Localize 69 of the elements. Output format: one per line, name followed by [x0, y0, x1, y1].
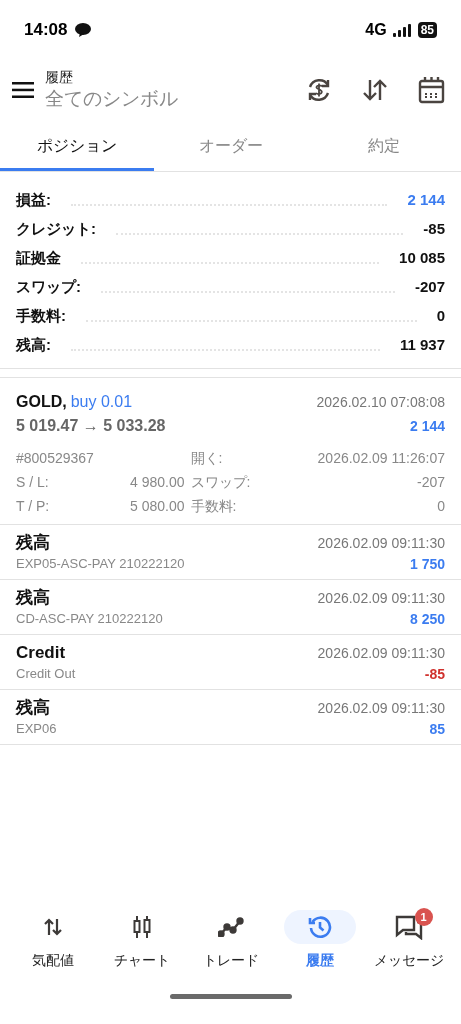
page-title: 履歴 — [45, 68, 74, 86]
symbol-filter[interactable]: 全てのシンボル — [45, 86, 306, 112]
signal-icon — [392, 23, 412, 37]
price-range: 5 019.47 → 5 033.28 — [16, 416, 166, 436]
deal-amount: 1 750 — [409, 555, 445, 574]
calendar-icon[interactable] — [418, 76, 445, 104]
nav-item[interactable]: チャート — [97, 910, 186, 971]
sort-icon[interactable] — [362, 78, 388, 102]
deal-amount: 8 250 — [409, 610, 445, 629]
deal-comment: EXP05-ASC-PAY 210222120 — [16, 555, 185, 573]
deal-time: 2026.02.09 09:11:30 — [317, 699, 445, 718]
nav-item[interactable]: トレード — [186, 910, 275, 971]
history-tab[interactable]: ポジション — [0, 124, 154, 171]
up-down-arrows-icon — [42, 918, 63, 936]
detail-value: 0 — [436, 497, 445, 516]
position-symbol: GOLD, — [16, 392, 67, 412]
status-time: 14:08 — [24, 19, 68, 42]
detail-value: 2026.02.09 11:26:07 — [316, 449, 445, 468]
position-profit: 2 144 — [409, 417, 445, 436]
close-time: 2026.02.10 07:08:08 — [316, 393, 445, 412]
detail-label: S / L: — [16, 473, 49, 492]
summary-label: 手数料: — [16, 306, 66, 327]
deal-time: 2026.02.09 09:11:30 — [317, 534, 445, 553]
network-label: 4G — [365, 20, 387, 40]
history-tab[interactable]: 約定 — [307, 124, 461, 171]
deal-amount: -85 — [424, 665, 445, 684]
deal-comment: CD-ASC-PAY 210222120 — [16, 610, 163, 628]
deal-title: 残高 — [16, 697, 51, 719]
detail-value: 4 980.00 — [130, 473, 185, 492]
summary-value: 10 085 — [399, 248, 445, 269]
deal-comment: Credit Out — [16, 665, 76, 683]
summary-value: 2 144 — [407, 190, 445, 211]
deal-comment: EXP06 — [16, 720, 57, 738]
chat-bubble-icon — [75, 23, 92, 37]
chat-bubbles-icon — [394, 914, 423, 940]
summary-label: 残高: — [16, 335, 51, 356]
summary-value: -85 — [423, 219, 445, 240]
currency-refresh-icon[interactable] — [306, 77, 332, 103]
deal-time: 2026.02.09 09:11:30 — [317, 589, 445, 608]
deal-title: 残高 — [16, 587, 51, 609]
menu-icon[interactable] — [12, 82, 34, 98]
deal-time: 2026.02.09 09:11:30 — [317, 644, 445, 663]
deal-title: 残高 — [16, 532, 51, 554]
line-chart-icon — [217, 917, 244, 937]
detail-label: 手数料: — [190, 497, 238, 516]
nav-item[interactable]: 1 メッセージ — [364, 910, 453, 971]
candlestick-icon — [131, 915, 152, 939]
notification-badge: 1 — [414, 908, 433, 926]
summary-value: 0 — [436, 306, 445, 327]
summary-label: 証拠金 — [16, 248, 61, 269]
summary-label: クレジット: — [16, 219, 96, 240]
detail-label: T / P: — [16, 497, 50, 516]
deal-amount: 85 — [429, 720, 445, 739]
detail-label: #800529367 — [16, 449, 94, 468]
detail-label: 開く: — [190, 449, 224, 468]
summary-value: 11 937 — [399, 335, 445, 356]
deal-title: Credit — [16, 642, 67, 664]
summary-value: -207 — [414, 277, 445, 298]
detail-value: 5 080.00 — [130, 497, 185, 516]
history-icon — [307, 915, 332, 939]
summary-label: 損益: — [16, 190, 51, 211]
history-tab[interactable]: オーダー — [153, 124, 308, 171]
nav-item[interactable]: 履歴 — [275, 910, 364, 971]
battery-level: 85 — [417, 22, 437, 38]
detail-label: スワップ: — [190, 473, 252, 492]
nav-item[interactable]: 気配値 — [8, 910, 97, 971]
detail-value: -207 — [415, 473, 445, 492]
summary-label: スワップ: — [16, 277, 81, 298]
position-side: buy 0.01 — [70, 392, 133, 412]
